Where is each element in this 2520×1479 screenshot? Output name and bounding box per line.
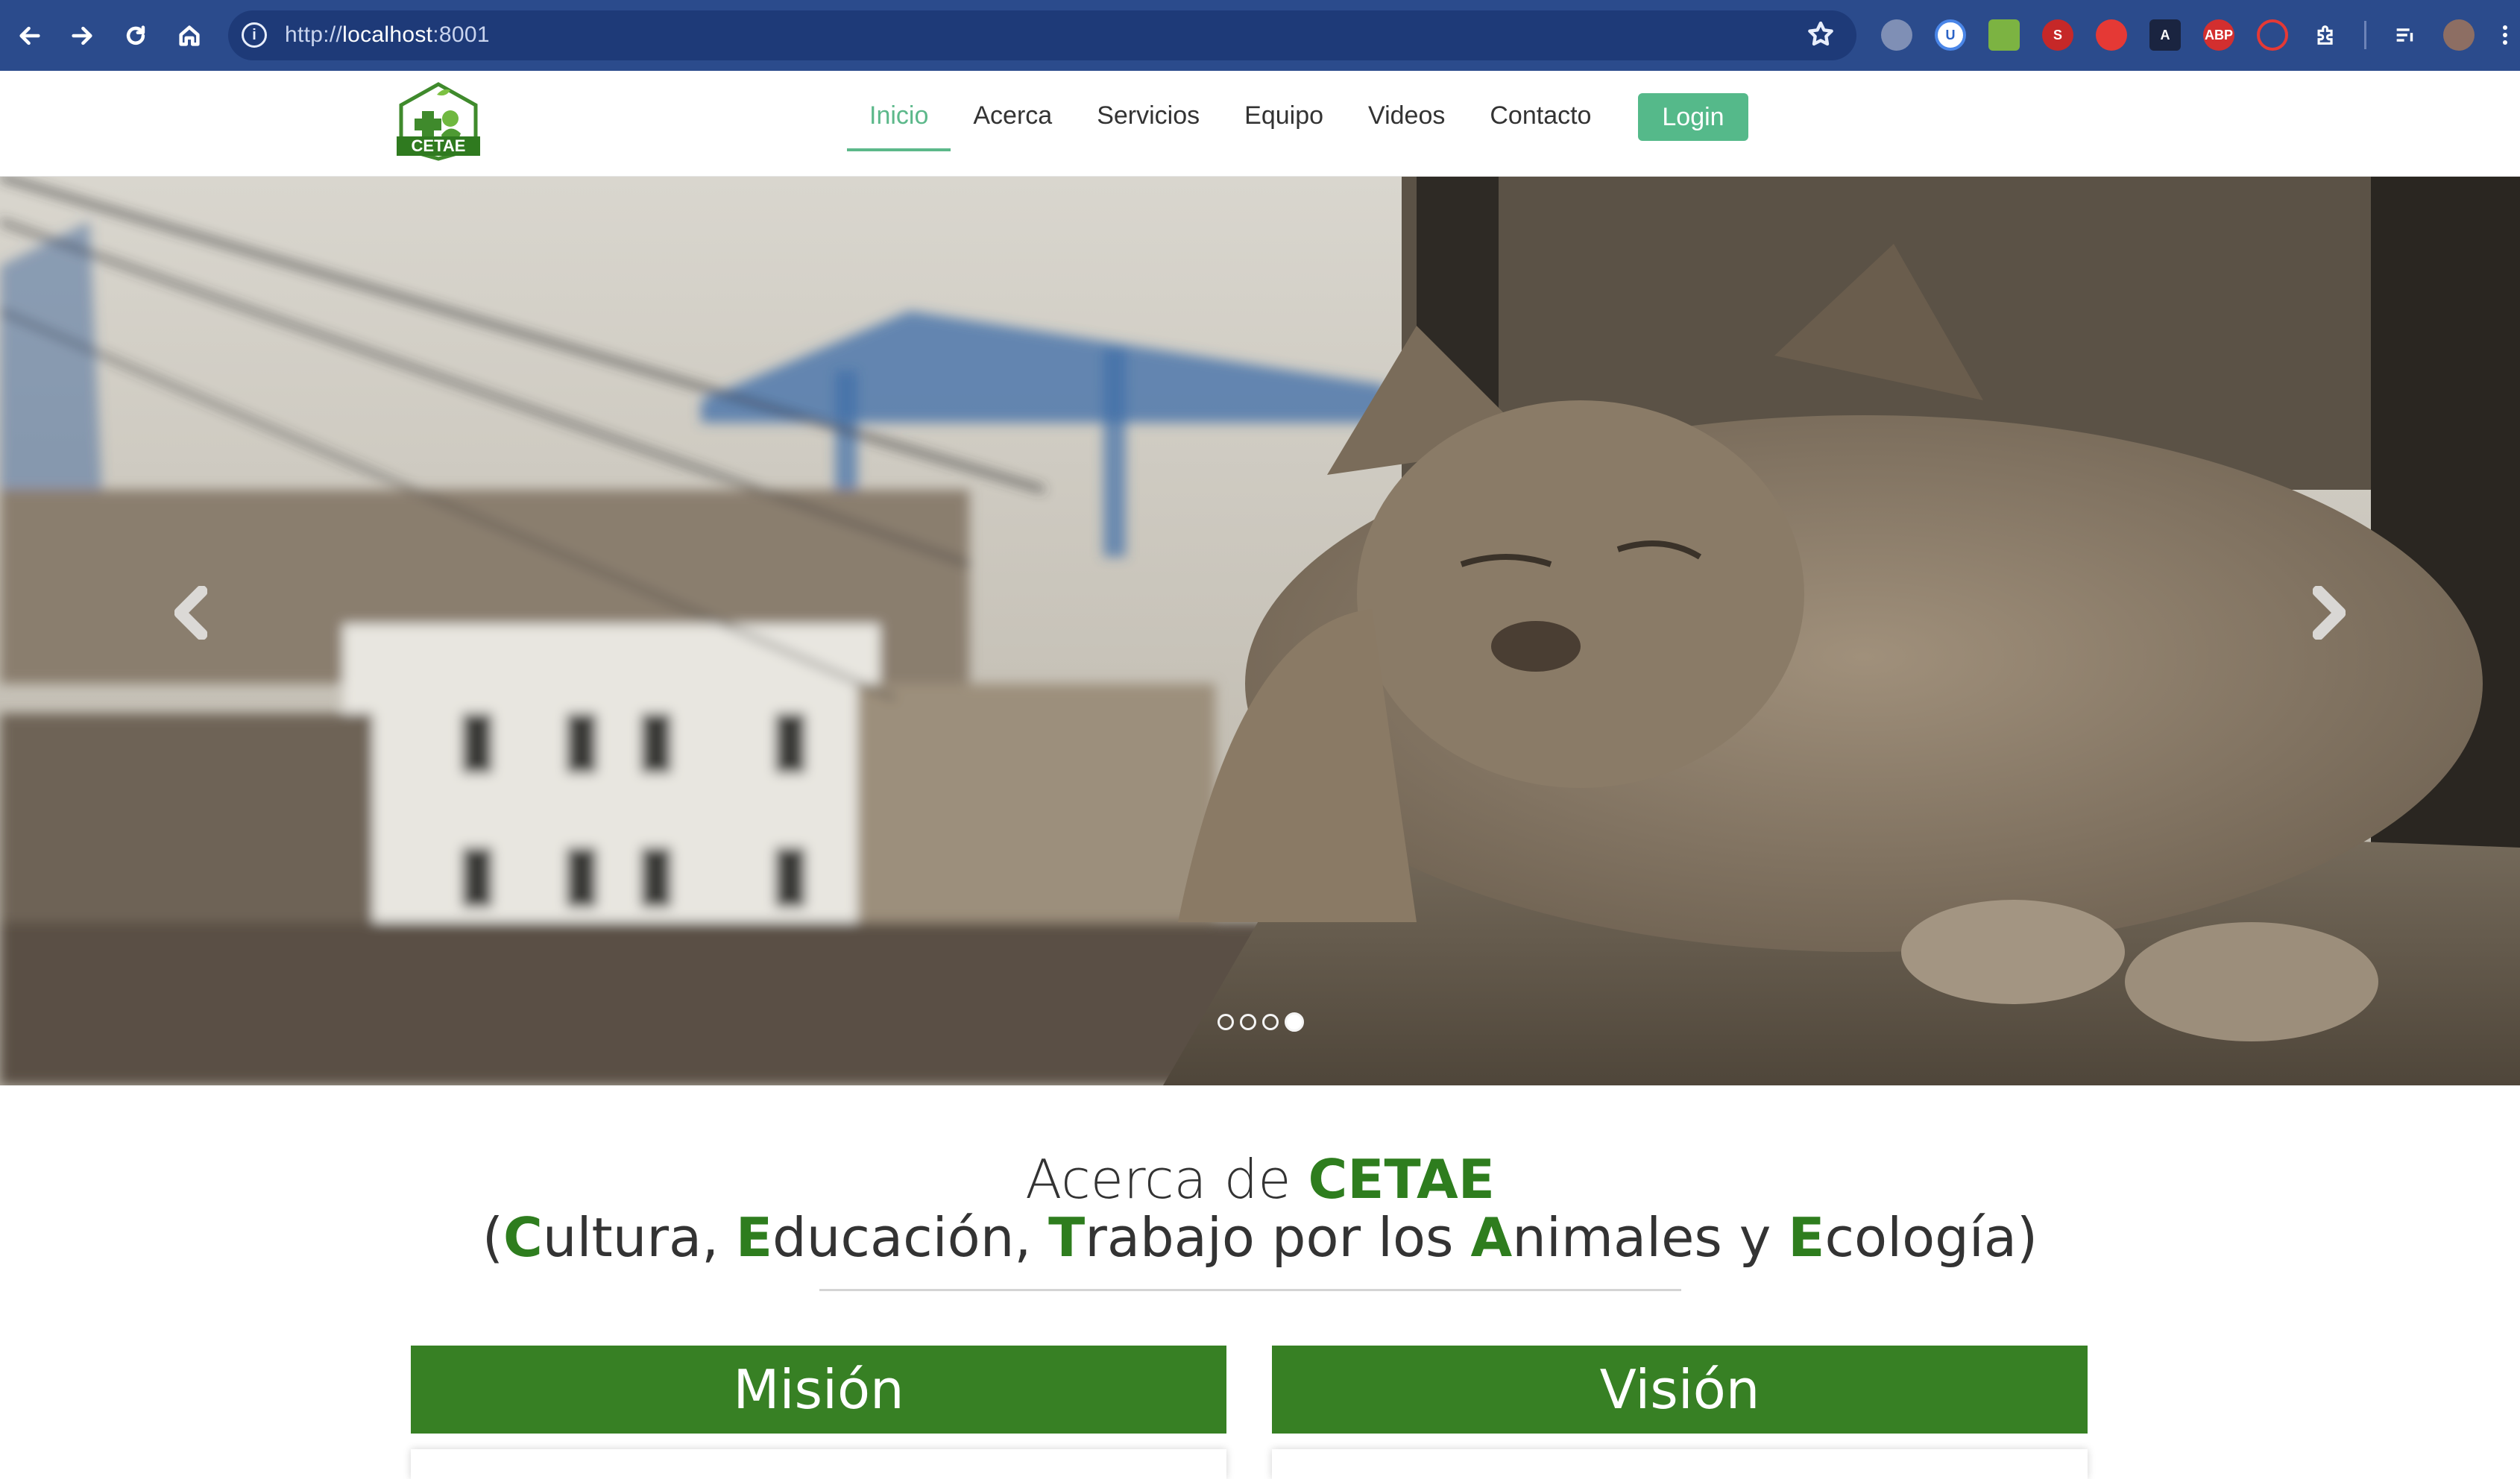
a-extension-icon[interactable]: A (2149, 19, 2181, 51)
arrow-left-icon (19, 26, 40, 45)
back-button[interactable] (10, 16, 49, 55)
arrow-right-icon (72, 26, 92, 45)
reload-icon (126, 25, 145, 45)
media-queue-icon[interactable] (2390, 19, 2421, 51)
nav-equipo[interactable]: Equipo (1222, 92, 1346, 150)
nav-acerca[interactable]: Acerca (951, 92, 1074, 150)
nav-inicio[interactable]: Inicio (847, 92, 951, 151)
carousel-next-button[interactable] (2299, 564, 2359, 661)
site-header: CETAE Inicio Acerca Servicios Equipo Vid… (0, 71, 2520, 177)
extensions-puzzle-icon[interactable] (2310, 19, 2342, 51)
chevron-left-icon (174, 586, 207, 640)
cetae-logo[interactable]: CETAE (392, 80, 485, 163)
carousel-indicator-2[interactable] (1240, 1014, 1256, 1030)
browser-toolbar: i http://localhost:8001 U S A ABP (0, 0, 2520, 71)
u-extension-icon[interactable]: U (1935, 19, 1966, 51)
about-section: Acerca de CETAE (Cultura, Educación, Tra… (0, 1085, 2520, 1479)
home-icon (179, 25, 200, 46)
toolbar-divider (2364, 21, 2366, 49)
vision-heading: Visión (1272, 1346, 2088, 1434)
carousel-indicator-3[interactable] (1262, 1014, 1279, 1030)
mision-heading: Misión (411, 1346, 1226, 1434)
power-extension-icon[interactable] (2257, 19, 2288, 51)
hero-slide-image (0, 177, 2520, 1085)
bookmark-star-icon[interactable] (1806, 19, 1836, 49)
nav-contacto[interactable]: Contacto (1467, 92, 1613, 150)
carousel-indicator-4[interactable] (1285, 1012, 1304, 1032)
reload-button[interactable] (116, 16, 155, 55)
hero-carousel[interactable] (0, 177, 2520, 1085)
url-text[interactable]: http://localhost:8001 (285, 21, 490, 49)
forward-button[interactable] (63, 16, 101, 55)
about-title: Acerca de CETAE (1025, 1148, 1495, 1211)
camera-extension-icon[interactable] (1881, 19, 1912, 51)
login-button[interactable]: Login (1638, 93, 1748, 141)
adblock-extension-icon[interactable]: ABP (2203, 19, 2234, 51)
about-subtitle: (Cultura, Educación, Trabajo por los Ani… (482, 1206, 2038, 1269)
vision-card (1272, 1449, 2088, 1479)
main-nav: Inicio Acerca Servicios Equipo Videos Co… (847, 92, 1613, 163)
s-extension-icon[interactable]: S (2042, 19, 2073, 51)
nav-servicios[interactable]: Servicios (1074, 92, 1222, 150)
bell-extension-icon[interactable] (2096, 19, 2127, 51)
about-divider (819, 1289, 1681, 1291)
profile-avatar[interactable] (2443, 19, 2475, 51)
carousel-prev-button[interactable] (161, 564, 221, 661)
site-info-icon[interactable]: i (242, 22, 267, 48)
menu-kebab-icon[interactable] (2494, 19, 2516, 51)
address-bar[interactable]: i http://localhost:8001 (228, 10, 1856, 60)
carousel-indicator-1[interactable] (1218, 1014, 1234, 1030)
carousel-indicators (1218, 1012, 1304, 1032)
mision-card (411, 1449, 1226, 1479)
chevron-right-icon (2313, 586, 2346, 640)
notes-extension-icon[interactable] (1988, 19, 2020, 51)
svg-text:CETAE: CETAE (412, 136, 466, 155)
home-button[interactable] (170, 16, 209, 55)
nav-videos[interactable]: Videos (1346, 92, 1467, 150)
